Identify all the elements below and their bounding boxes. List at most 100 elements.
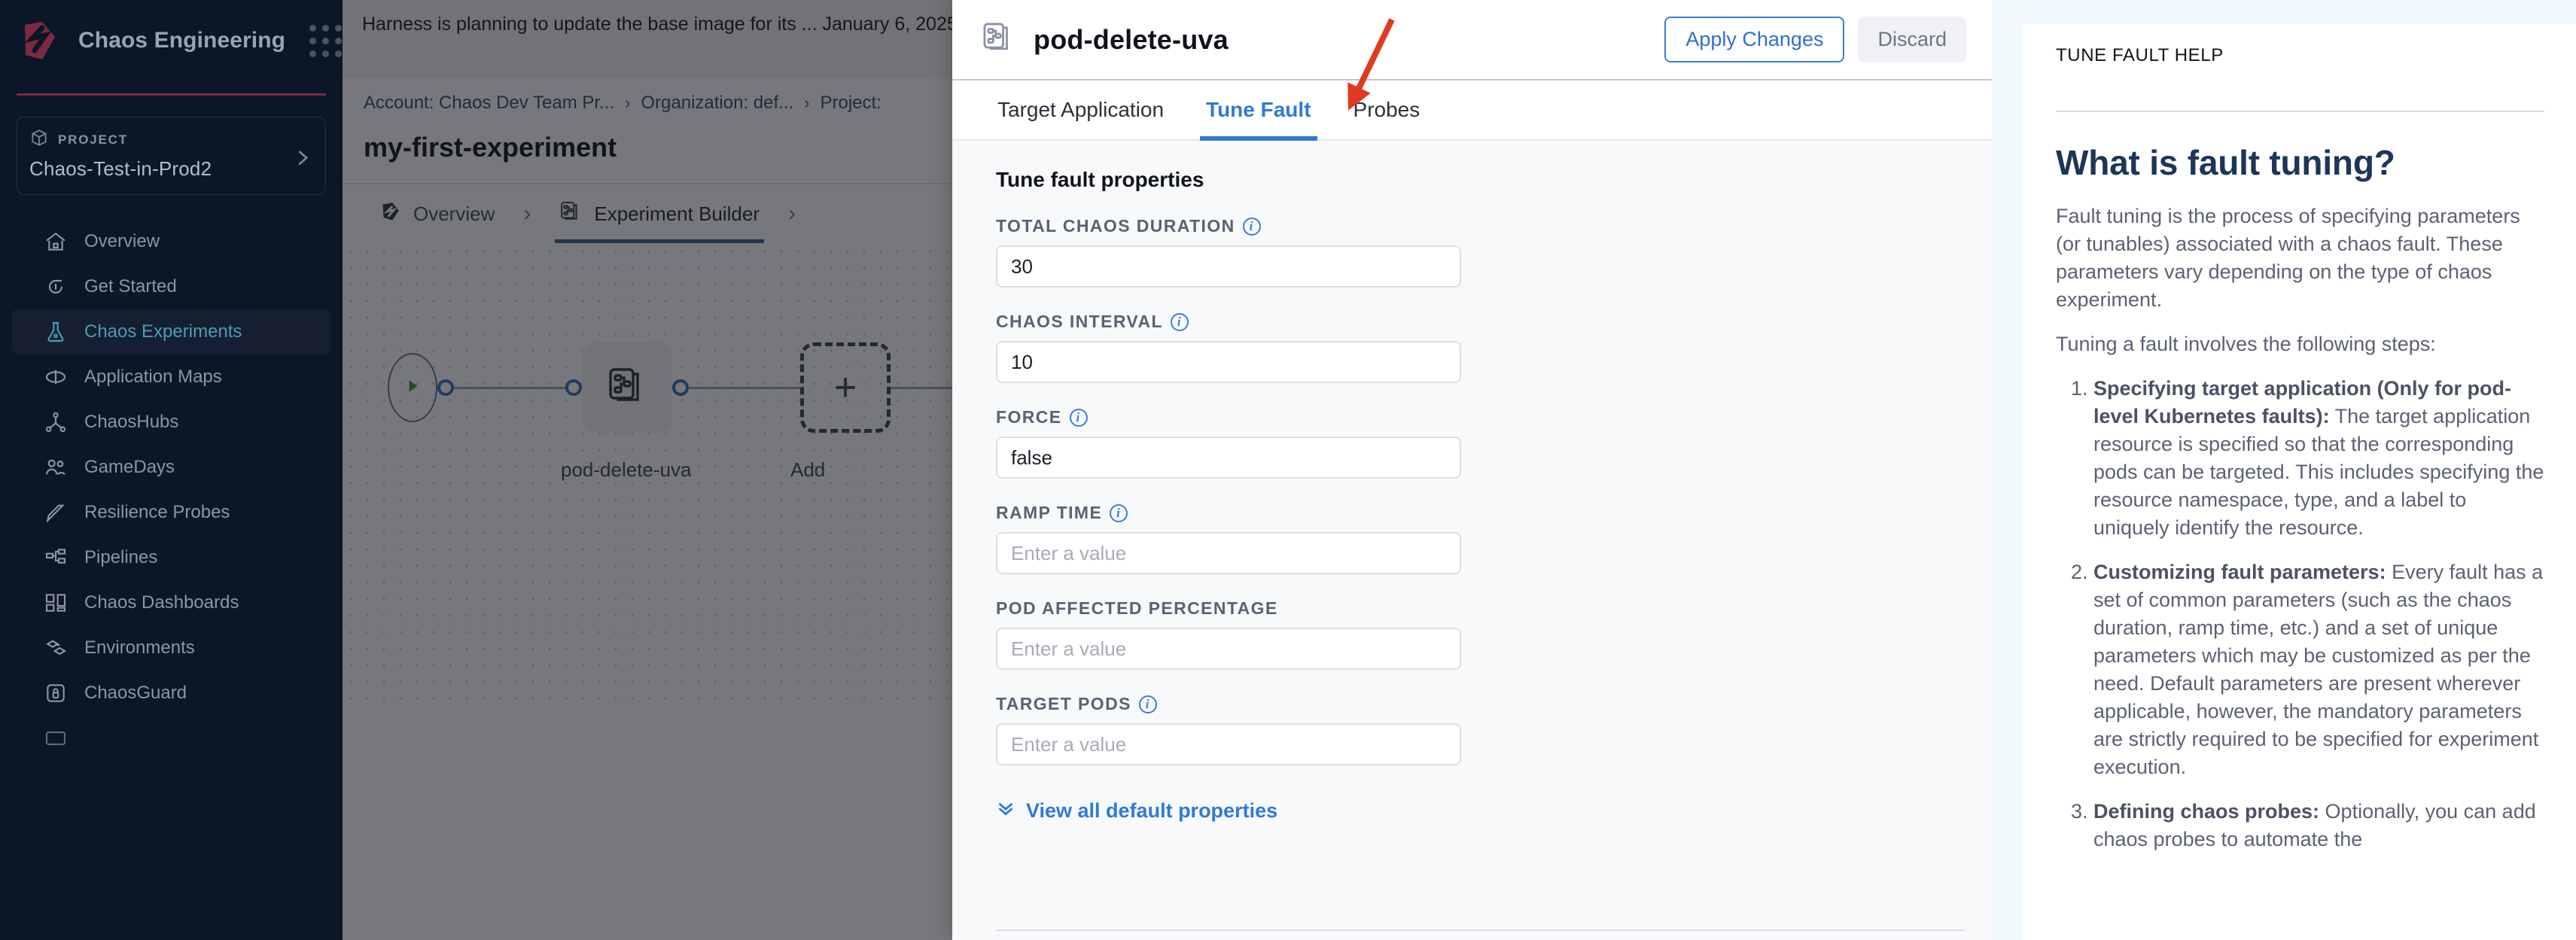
project-name: Chaos-Test-in-Prod2 — [29, 157, 212, 180]
layers-icon — [44, 636, 68, 660]
chevron-double-down-icon — [996, 799, 1015, 823]
map-icon — [44, 365, 68, 389]
dashboard-icon — [44, 591, 68, 615]
tune-fault-modal: pod-delete-uva Apply Changes Discard Tar… — [952, 0, 1992, 940]
flask-icon — [44, 320, 68, 344]
info-icon[interactable]: i — [1242, 217, 1261, 236]
sidebar-item-label: ChaosGuard — [84, 683, 187, 703]
sidebar-item-label: Application Maps — [84, 367, 222, 387]
field-pod-affected-percentage: POD AFFECTED PERCENTAGE Enter a value — [996, 598, 1992, 670]
force-input[interactable]: false — [996, 437, 1461, 479]
sidebar-item-chaos-dashboards[interactable]: Chaos Dashboards — [12, 580, 330, 625]
help-divider — [2056, 111, 2544, 112]
sidebar-item-environments[interactable]: Environments — [12, 625, 330, 671]
home-icon — [44, 230, 68, 254]
field-ramp-time: RAMP TIME i Enter a value — [996, 503, 1992, 574]
project-label: PROJECT — [58, 132, 128, 147]
sidebar-accent-rule — [17, 93, 326, 96]
sidebar-item-chaoshubs[interactable]: ChaosHubs — [12, 400, 330, 445]
app-grid-icon[interactable] — [309, 24, 343, 57]
help-kicker: TUNE FAULT HELP — [2056, 45, 2224, 65]
sidebar-item-application-maps[interactable]: Application Maps — [12, 354, 330, 400]
pipeline-icon — [44, 546, 68, 570]
field-chaos-interval: CHAOS INTERVAL i 10 — [996, 312, 1992, 383]
info-icon[interactable]: i — [1069, 408, 1088, 427]
sidebar-brand-label: Chaos Engineering — [78, 28, 286, 53]
help-step-body: Every fault has a set of common paramete… — [2093, 561, 2544, 778]
fault-icon — [981, 20, 1015, 59]
people-icon — [44, 455, 68, 479]
sidebar-item-get-started[interactable]: Get Started — [12, 264, 330, 309]
field-label: CHAOS INTERVAL — [996, 312, 1163, 331]
pod-affected-percentage-input[interactable]: Enter a value — [996, 628, 1461, 670]
tab-tune-fault[interactable]: Tune Fault — [1188, 79, 1329, 141]
ramp-time-input[interactable]: Enter a value — [996, 532, 1461, 574]
tab-probes[interactable]: Probes — [1335, 79, 1439, 141]
help-steps-list: Specifying target application (Only for … — [2056, 375, 2544, 853]
rocket-icon — [44, 275, 68, 299]
card-icon — [44, 726, 68, 750]
view-all-default-properties-button[interactable]: View all default properties — [996, 799, 1992, 823]
sidebar-item-partial[interactable] — [12, 716, 330, 761]
sidebar-item-resilience-probes[interactable]: Resilience Probes — [12, 490, 330, 535]
field-total-chaos-duration: TOTAL CHAOS DURATION i 30 — [996, 216, 1992, 287]
total-chaos-duration-input[interactable]: 30 — [996, 245, 1461, 287]
field-label: TOTAL CHAOS DURATION — [996, 216, 1235, 236]
help-heading: What is fault tuning? — [2056, 143, 2395, 182]
field-label: RAMP TIME — [996, 503, 1103, 522]
sidebar-nav: Overview Get Started Chaos Experiments A… — [0, 219, 343, 761]
field-label: FORCE — [996, 407, 1062, 427]
sidebar-item-label: GameDays — [84, 457, 175, 477]
sidebar-item-label: Pipelines — [84, 547, 158, 567]
project-box-icon — [29, 128, 49, 151]
sidebar-item-label: Get Started — [84, 276, 177, 297]
modal-title: pod-delete-uva — [1034, 23, 1229, 55]
apply-changes-button[interactable]: Apply Changes — [1664, 17, 1845, 62]
modal-actions: Apply Changes Discard — [1664, 17, 1966, 62]
sidebar-brand[interactable]: Chaos Engineering — [0, 0, 343, 81]
field-force: FORCE i false — [996, 407, 1992, 479]
sidebar-item-label: Environments — [84, 637, 195, 658]
tab-target-application[interactable]: Target Application — [979, 79, 1182, 141]
help-step-item: Defining chaos probes: Optionally, you c… — [2093, 798, 2544, 853]
help-card: TUNE FAULT HELP What is fault tuning? Fa… — [2023, 24, 2576, 940]
hub-icon — [44, 410, 68, 434]
info-icon[interactable]: i — [1170, 312, 1189, 331]
modal-tabs: Target Application Tune Fault Probes — [952, 79, 1992, 141]
sidebar: Chaos Engineering PROJECT Chaos-Test-in-… — [0, 0, 343, 940]
help-paragraph-1: Fault tuning is the process of specifyin… — [2056, 205, 2520, 311]
harness-logo-icon — [20, 19, 62, 62]
sidebar-item-pipelines[interactable]: Pipelines — [12, 535, 330, 580]
target-pods-input[interactable]: Enter a value — [996, 723, 1461, 765]
sidebar-item-label: Overview — [84, 231, 160, 251]
sidebar-item-overview[interactable]: Overview — [12, 219, 330, 264]
tune-fault-form: Tune fault properties TOTAL CHAOS DURATI… — [952, 141, 1992, 940]
modal-header: pod-delete-uva Apply Changes Discard — [952, 0, 1992, 79]
sidebar-item-chaos-experiments[interactable]: Chaos Experiments — [12, 309, 330, 354]
field-label: TARGET PODS — [996, 694, 1131, 713]
probe-icon — [44, 500, 68, 525]
form-heading: Tune fault properties — [996, 168, 1204, 191]
field-label: POD AFFECTED PERCENTAGE — [996, 598, 1278, 618]
sidebar-item-gamedays[interactable]: GameDays — [12, 445, 330, 490]
sidebar-item-label: Chaos Experiments — [84, 321, 242, 342]
sidebar-item-label: Resilience Probes — [84, 502, 230, 522]
help-step-title: Customizing fault parameters: — [2093, 561, 2386, 583]
project-selector[interactable]: PROJECT Chaos-Test-in-Prod2 — [17, 117, 326, 195]
sidebar-item-label: ChaosHubs — [84, 412, 179, 432]
info-icon[interactable]: i — [1110, 503, 1128, 522]
help-step-title: Defining chaos probes: — [2093, 800, 2320, 823]
chaos-interval-input[interactable]: 10 — [996, 341, 1461, 383]
help-step-item: Customizing fault parameters: Every faul… — [2093, 558, 2544, 781]
modal-footer-divider — [996, 929, 1965, 931]
sidebar-item-label: Chaos Dashboards — [84, 592, 239, 613]
help-panel: TUNE FAULT HELP What is fault tuning? Fa… — [1992, 0, 2576, 940]
field-target-pods: TARGET PODS i Enter a value — [996, 694, 1992, 765]
lock-icon — [44, 681, 68, 705]
help-paragraph-2: Tuning a fault involves the following st… — [2056, 333, 2436, 355]
sidebar-item-chaosguard[interactable]: ChaosGuard — [12, 671, 330, 716]
help-step-item: Specifying target application (Only for … — [2093, 375, 2544, 542]
chevron-right-icon — [291, 147, 313, 173]
discard-button[interactable]: Discard — [1858, 17, 1966, 62]
info-icon[interactable]: i — [1138, 695, 1157, 713]
